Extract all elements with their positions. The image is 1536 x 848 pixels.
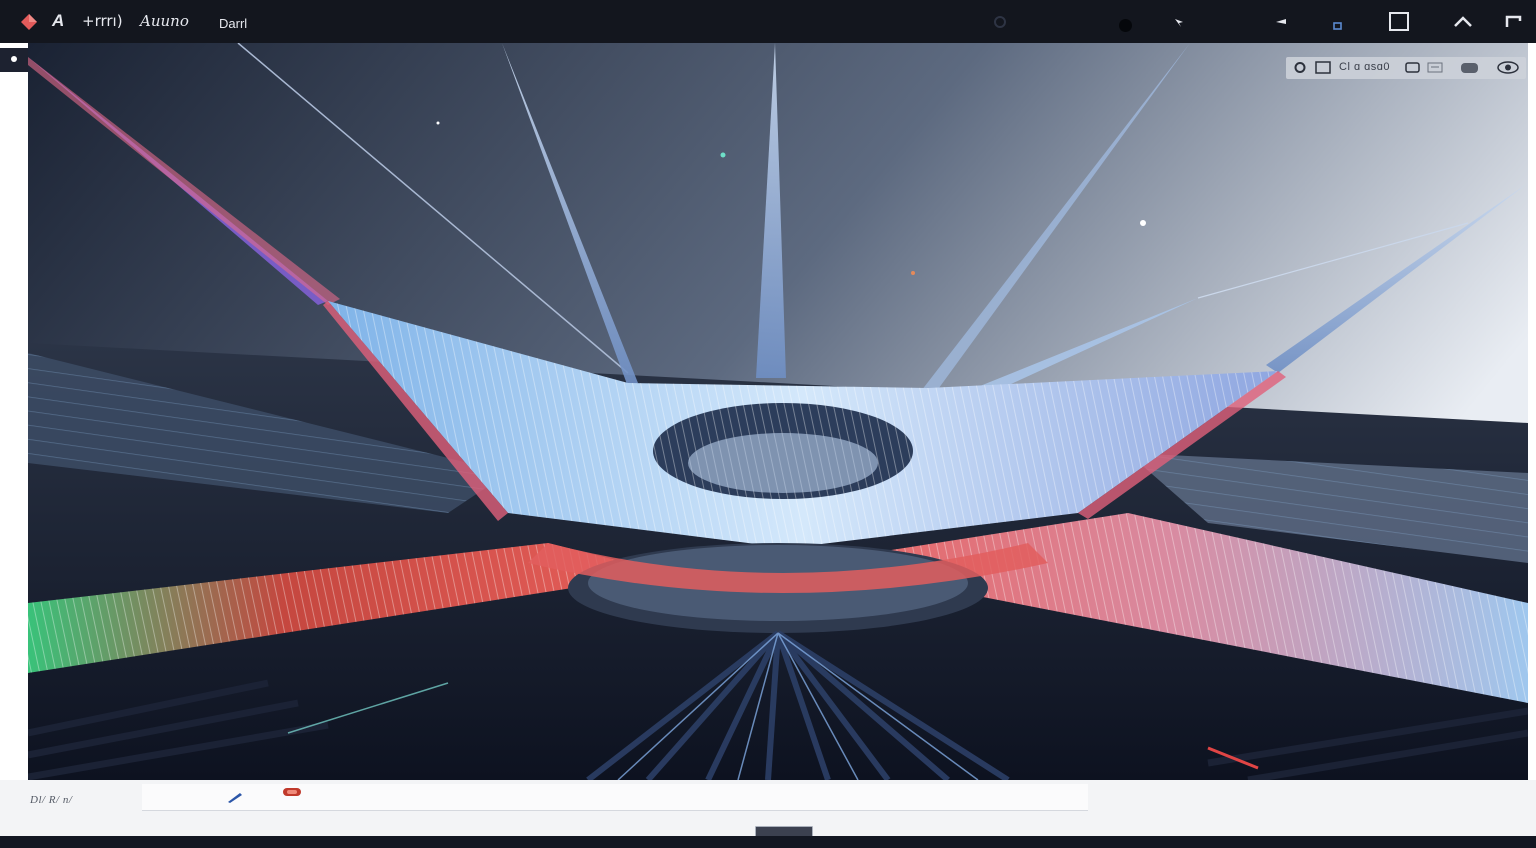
title-letter: A [52, 11, 65, 30]
chevron-up-icon[interactable] [1451, 9, 1475, 35]
bottom-edge [0, 836, 1536, 848]
bottom-bar: Dl/ R/ n/ [0, 780, 1536, 840]
viewer-zoom-label: Cl ɑ ɑsɑ0 [1339, 61, 1390, 73]
restore-icon[interactable] [1331, 9, 1345, 35]
bottom-label: Dl/ R/ n/ [30, 794, 73, 806]
tag-icon[interactable] [1404, 60, 1422, 75]
rendered-artwork [28, 43, 1528, 780]
eye-icon[interactable] [1495, 60, 1521, 75]
title-bar: A +rrrı) Auuno Darrl [0, 0, 1536, 43]
list-icon[interactable] [1426, 60, 1444, 75]
camera-icon[interactable] [1459, 60, 1481, 75]
panel-toggle-button[interactable] [0, 48, 28, 72]
title-menu-3[interactable]: Darrl [219, 15, 247, 33]
left-panel [0, 43, 28, 783]
maximize-icon[interactable] [1387, 9, 1411, 35]
pen-icon[interactable] [226, 790, 244, 804]
tag-icon[interactable] [282, 786, 302, 798]
circle-icon[interactable] [1292, 60, 1308, 75]
cursor-icon[interactable] [1172, 9, 1188, 35]
title-menu-2[interactable]: Auuno [140, 12, 189, 30]
title-menu-1[interactable]: +rrrı) [82, 12, 123, 30]
frame-icon[interactable] [1314, 60, 1334, 75]
image-canvas[interactable]: Cl ɑ ɑsɑ0 [28, 43, 1528, 780]
close-icon[interactable] [1503, 9, 1525, 35]
status-dot [1119, 19, 1132, 32]
diamond-logo-icon[interactable] [20, 13, 38, 31]
dot-icon [11, 56, 17, 62]
minimize-icon[interactable] [1274, 9, 1290, 35]
viewer-toolbar: Cl ɑ ɑsɑ0 [1286, 57, 1526, 79]
right-panel [1528, 43, 1536, 783]
pin-icon[interactable] [992, 9, 1008, 35]
